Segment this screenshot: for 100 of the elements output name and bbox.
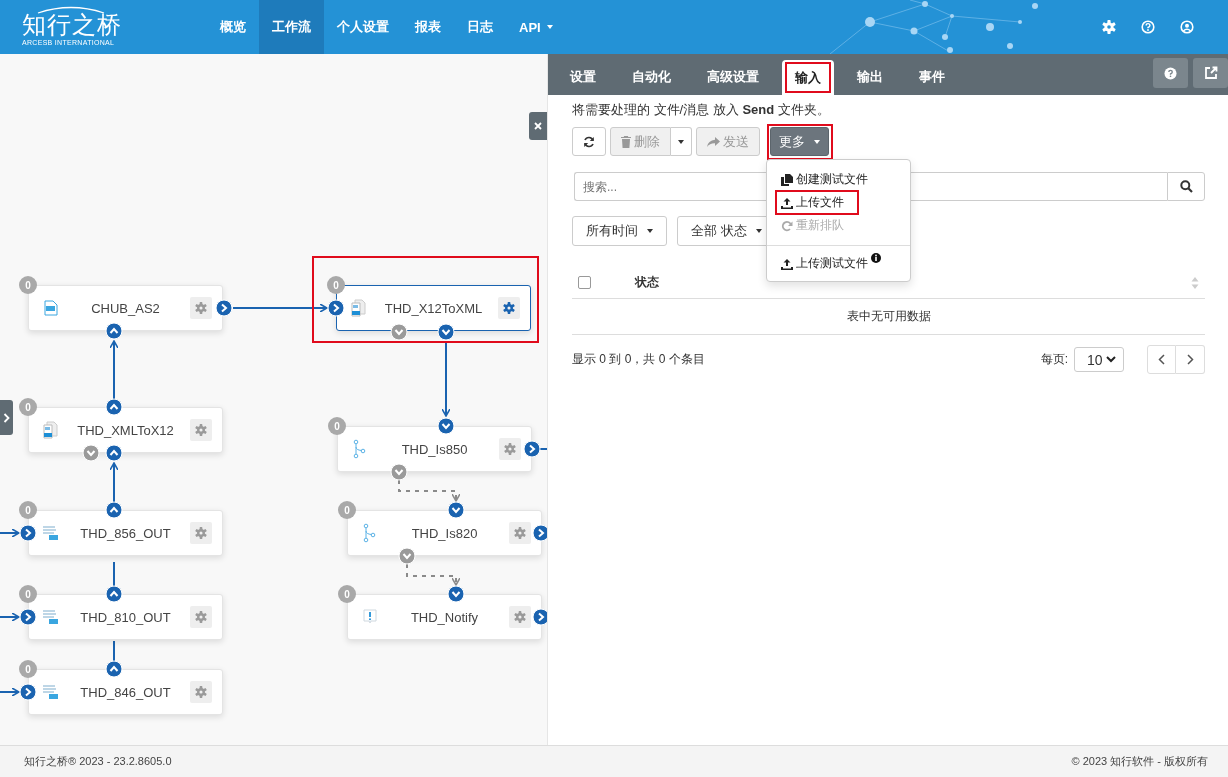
- external-link-icon: [1203, 66, 1218, 80]
- connector-line: [0, 528, 20, 538]
- upload-icon: [781, 257, 793, 270]
- connector-line: [113, 561, 115, 587]
- chevron-down-icon: [1106, 356, 1116, 363]
- help-button[interactable]: [1153, 58, 1188, 88]
- connector-line: [406, 563, 461, 586]
- port-icon[interactable]: [398, 547, 416, 565]
- connector-line: [539, 448, 547, 450]
- node-settings-button[interactable]: [190, 606, 212, 628]
- nav-item[interactable]: 工作流: [259, 0, 324, 54]
- node-name: THD_Is820: [410, 525, 479, 541]
- port-icon[interactable]: [437, 417, 455, 435]
- node-name: THD_Notify: [409, 609, 480, 625]
- logo-name: 知行之桥: [22, 11, 122, 39]
- menu-item[interactable]: 上传测试文件: [781, 255, 881, 272]
- open-external-button[interactable]: [1193, 58, 1228, 88]
- port-icon[interactable]: [327, 299, 345, 317]
- gear-icon: [195, 611, 207, 623]
- connector-line: [0, 687, 20, 697]
- node-settings-button[interactable]: [509, 606, 531, 628]
- document-icon: [41, 420, 61, 440]
- document-icon: [349, 298, 369, 318]
- node-settings-button[interactable]: [190, 297, 212, 319]
- port-icon[interactable]: [105, 585, 123, 603]
- document-icon: [41, 298, 61, 318]
- port-icon[interactable]: [105, 322, 123, 340]
- port-icon[interactable]: [532, 524, 547, 542]
- port-icon[interactable]: [82, 444, 100, 462]
- count-badge: 0: [19, 398, 37, 416]
- gear-icon: [514, 527, 526, 539]
- checkbox[interactable]: [578, 276, 591, 289]
- gear-icon: [514, 611, 526, 623]
- gear-icon: [195, 686, 207, 698]
- gear-icon: [504, 443, 516, 455]
- port-icon[interactable]: [19, 524, 37, 542]
- tab[interactable]: 高级设置: [689, 54, 777, 95]
- arc-icon: [36, 6, 106, 14]
- port-icon[interactable]: [390, 463, 408, 481]
- tab[interactable]: 输出: [839, 54, 901, 95]
- trash-icon: [621, 135, 631, 148]
- port-icon[interactable]: [437, 323, 455, 341]
- tab[interactable]: 事件: [901, 54, 963, 95]
- tab[interactable]: 自动化: [614, 54, 689, 95]
- node-name: THD_X12ToXML: [383, 300, 484, 316]
- copy-icon: [781, 173, 793, 186]
- menu-item[interactable]: 创建测试文件: [781, 171, 868, 188]
- refresh-icon: [583, 135, 595, 148]
- node-name: THD_XMLToX12: [76, 422, 175, 438]
- per-page-select[interactable]: 10: [1074, 347, 1124, 372]
- search-icon: [1179, 180, 1193, 193]
- user-icon[interactable]: [1180, 20, 1194, 34]
- chevron-right-icon: [1186, 354, 1194, 365]
- count-badge: 0: [19, 276, 37, 294]
- copyright-text: © 2023 知行软件 - 版权所有: [1071, 754, 1208, 769]
- port-icon[interactable]: [19, 683, 37, 701]
- port-icon[interactable]: [215, 299, 233, 317]
- expand-tab[interactable]: [0, 400, 13, 435]
- gear-icon: [195, 527, 207, 539]
- previous-page-button[interactable]: [1147, 345, 1176, 374]
- node-settings-button[interactable]: [499, 438, 521, 460]
- close-icon: [534, 122, 542, 130]
- port-icon[interactable]: [19, 608, 37, 626]
- column-header[interactable]: 状态: [635, 274, 659, 291]
- port-icon[interactable]: [390, 323, 408, 341]
- port-icon[interactable]: [532, 608, 547, 626]
- count-badge: 0: [328, 417, 346, 435]
- port-icon[interactable]: [447, 585, 465, 603]
- more-button[interactable]: 更多: [770, 127, 829, 156]
- filter-dropdown[interactable]: 所有时间: [572, 216, 667, 246]
- count-badge: 0: [19, 501, 37, 519]
- node-settings-button[interactable]: [498, 297, 520, 319]
- node-settings-button[interactable]: [190, 681, 212, 703]
- gear-icon: [503, 302, 515, 314]
- node-settings-button[interactable]: [190, 419, 212, 441]
- node-settings-button[interactable]: [190, 522, 212, 544]
- port-icon[interactable]: [105, 444, 123, 462]
- refresh-button[interactable]: [572, 127, 606, 156]
- menu-item[interactable]: 上传文件: [781, 194, 844, 211]
- settings-icon[interactable]: [1102, 20, 1116, 34]
- collapse-tab[interactable]: [529, 112, 547, 140]
- port-icon[interactable]: [447, 501, 465, 519]
- port-icon[interactable]: [105, 501, 123, 519]
- node-settings-button[interactable]: [509, 522, 531, 544]
- tab[interactable]: 输入: [782, 60, 834, 95]
- gear-icon: [195, 424, 207, 436]
- help-icon[interactable]: [1141, 20, 1155, 34]
- chevron-right-icon: [3, 412, 10, 423]
- tab[interactable]: 设置: [552, 54, 614, 95]
- connector-line: [398, 479, 461, 502]
- chevron-left-icon: [1158, 354, 1165, 365]
- port-icon[interactable]: [523, 440, 541, 458]
- search-button[interactable]: [1167, 172, 1205, 201]
- next-page-button[interactable]: [1176, 345, 1205, 374]
- info-icon[interactable]: [871, 253, 881, 263]
- port-icon[interactable]: [105, 398, 123, 416]
- port-icon[interactable]: [105, 660, 123, 678]
- gear-icon: [195, 302, 207, 314]
- count-badge: 0: [338, 585, 356, 603]
- count-badge: 0: [338, 501, 356, 519]
